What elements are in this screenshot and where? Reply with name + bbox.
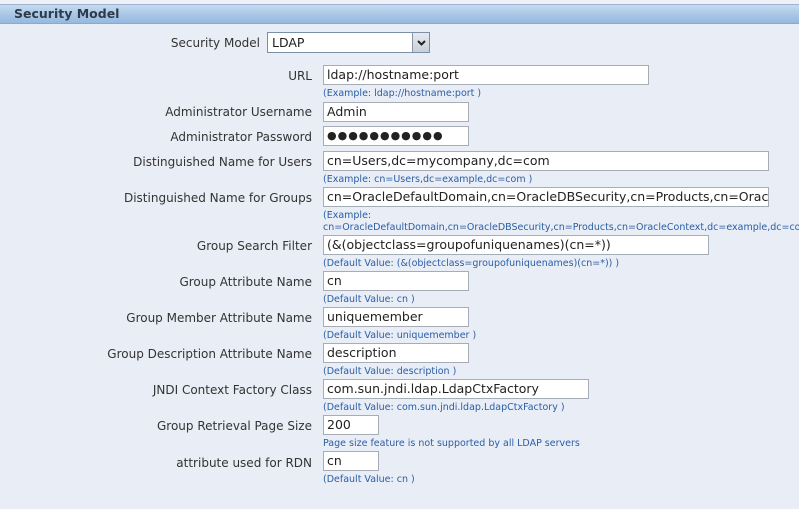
rdn-attr-hint: (Default Value: cn )	[323, 474, 415, 485]
group-search-filter-hint: (Default Value: (&(objectclass=groupofun…	[323, 258, 620, 269]
group-search-filter-input[interactable]: (&(objectclass=groupofuniquenames)(cn=*)…	[323, 235, 709, 255]
jndi-factory-hint: (Default Value: com.sun.jndi.ldap.LdapCt…	[323, 402, 565, 413]
admin-password-input[interactable]: ●●●●●●●●●●●	[323, 126, 469, 146]
group-attr-name-hint: (Default Value: cn )	[323, 294, 415, 305]
group-desc-attr-hint: (Default Value: description )	[323, 366, 457, 377]
chevron-down-icon[interactable]	[412, 33, 429, 52]
dn-users-label: Distinguished Name for Users	[133, 155, 312, 169]
group-attr-name-label: Group Attribute Name	[179, 275, 312, 289]
url-label: URL	[288, 69, 312, 83]
url-input[interactable]: ldap://hostname:port	[323, 65, 649, 85]
url-hint: (Example: ldap://hostname:port )	[323, 88, 482, 99]
jndi-factory-label: JNDI Context Factory Class	[152, 383, 312, 397]
group-attr-name-input[interactable]: cn	[323, 271, 469, 291]
dn-users-hint: (Example: cn=Users,dc=example,dc=com )	[323, 174, 533, 185]
admin-username-label: Administrator Username	[165, 105, 312, 119]
rdn-attr-label: attribute used for RDN	[176, 456, 312, 470]
dn-users-input[interactable]: cn=Users,dc=mycompany,dc=com	[323, 151, 769, 171]
dn-groups-hint-line1: (Example:	[323, 210, 372, 221]
dn-groups-label: Distinguished Name for Groups	[123, 191, 312, 205]
page-size-input[interactable]: 200	[323, 415, 379, 435]
security-model-value: LDAP	[272, 35, 305, 50]
dn-groups-hint-line2: cn=OracleDefaultDomain,cn=OracleDBSecuri…	[323, 222, 799, 233]
group-search-filter-label: Group Search Filter	[196, 239, 312, 253]
section-header: Security Model	[0, 5, 799, 24]
group-member-attr-input[interactable]: uniquemember	[323, 307, 469, 327]
page-size-label: Group Retrieval Page Size	[157, 419, 312, 433]
group-member-attr-label: Group Member Attribute Name	[126, 311, 312, 325]
group-member-attr-hint: (Default Value: uniquemember )	[323, 330, 477, 341]
rdn-attr-input[interactable]: cn	[323, 451, 379, 471]
admin-username-input[interactable]: Admin	[323, 102, 469, 122]
security-model-label: Security Model	[170, 36, 260, 50]
dn-groups-input[interactable]: cn=OracleDefaultDomain,cn=OracleDBSecuri…	[323, 187, 769, 207]
page-size-hint: Page size feature is not supported by al…	[323, 438, 580, 449]
group-desc-attr-input[interactable]: description	[323, 343, 469, 363]
jndi-factory-input[interactable]: com.sun.jndi.ldap.LdapCtxFactory	[323, 379, 589, 399]
security-model-select[interactable]: LDAP	[267, 32, 430, 53]
admin-password-label: Administrator Password	[170, 130, 312, 144]
group-desc-attr-label: Group Description Attribute Name	[107, 347, 312, 361]
